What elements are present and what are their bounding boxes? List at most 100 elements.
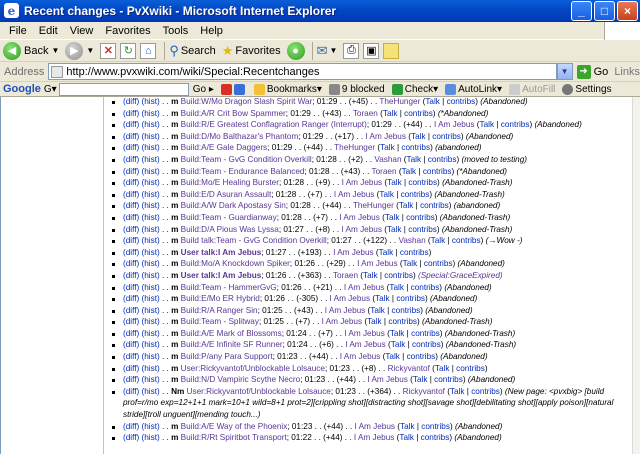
talk-link[interactable]: Talk — [380, 143, 395, 152]
diff-link[interactable]: (diff) — [123, 236, 139, 245]
talk-link[interactable]: Talk — [480, 120, 495, 129]
diff-link[interactable]: (diff) — [123, 352, 139, 361]
diff-link[interactable]: (diff) — [123, 375, 139, 384]
diff-link[interactable]: (diff) — [123, 213, 139, 222]
search-button[interactable]: ⚲ Search — [169, 43, 215, 59]
talk-link[interactable]: Talk — [379, 248, 394, 257]
user-link[interactable]: Toraen — [353, 109, 378, 118]
contribs-link[interactable]: contribs — [420, 201, 449, 210]
diff-link[interactable]: (diff) — [123, 201, 139, 210]
settings-button[interactable]: Settings — [562, 83, 612, 95]
user-link[interactable]: I Am Jebus — [333, 248, 374, 257]
talk-link[interactable]: Talk — [379, 190, 394, 199]
menu-help[interactable]: Help — [194, 25, 229, 37]
diff-link[interactable]: (diff) — [123, 329, 139, 338]
page-link[interactable]: Build:R/A Ranger Sin — [181, 306, 258, 315]
page-link[interactable]: Build:A/R Crit Bow Spammer — [181, 109, 286, 118]
user-link[interactable]: I Am Jebus — [334, 190, 375, 199]
forward-button[interactable]: ▶ ▼ — [65, 41, 94, 60]
talk-link[interactable]: Talk — [402, 167, 417, 176]
hist-link[interactable]: (hist) — [142, 120, 160, 129]
talk-link[interactable]: Talk — [435, 364, 450, 373]
diff-link[interactable]: (diff) — [123, 340, 139, 349]
maximize-button[interactable]: □ — [594, 0, 615, 21]
page-link[interactable]: Build:Team - Endurance Balanced — [181, 167, 305, 176]
vertical-scrollbar[interactable] — [632, 97, 640, 454]
refresh-icon[interactable]: ↻ — [120, 42, 137, 59]
page-link[interactable]: User talk:I Am Jebus — [181, 271, 262, 280]
diff-link[interactable]: (diff) — [123, 433, 139, 442]
autolink-button[interactable]: AutoLink ▾ — [445, 83, 502, 95]
google-dropdown-icon[interactable]: G▾ — [44, 84, 57, 95]
back-button[interactable]: ◀ Back ▼ — [3, 41, 59, 60]
popup-blocker-button[interactable]: 9 blocked — [328, 83, 385, 95]
contribs-link[interactable]: contribs — [392, 306, 421, 315]
hist-link[interactable]: (hist) — [142, 433, 160, 442]
talk-link[interactable]: Talk — [399, 433, 414, 442]
diff-link[interactable]: (diff) — [123, 259, 139, 268]
user-link[interactable]: I Am Jebus — [344, 283, 385, 292]
page-link[interactable]: Build:A/W Dark Apostasy Sin — [181, 201, 286, 210]
contribs-link[interactable]: contribs — [400, 248, 429, 257]
contribs-link[interactable]: contribs — [411, 329, 440, 338]
talk-link[interactable]: Talk — [403, 259, 418, 268]
bookmarks-button[interactable]: Bookmarks ▾ — [253, 83, 322, 95]
diff-link[interactable]: (diff) — [123, 155, 139, 164]
talk-link[interactable]: Talk — [411, 132, 426, 141]
talk-link[interactable]: Talk — [450, 387, 465, 396]
page-link[interactable]: Build:N/D Vampiric Scythe Necro — [181, 375, 301, 384]
user-link[interactable]: Toraen — [333, 271, 358, 280]
user-link[interactable]: I Am Jebus — [357, 259, 398, 268]
contribs-link[interactable]: contribs — [388, 317, 417, 326]
contribs-link[interactable]: contribs — [411, 283, 440, 292]
page-link[interactable]: Build:Mo/E Healing Burster — [181, 178, 279, 187]
address-dropdown-icon[interactable]: ▼ — [556, 63, 573, 80]
hist-link[interactable]: (hist) — [142, 143, 160, 152]
hist-link[interactable]: (hist) — [142, 155, 160, 164]
talk-link[interactable]: Talk — [370, 306, 385, 315]
diff-link[interactable]: (diff) — [123, 283, 139, 292]
user-link[interactable]: Toraen — [372, 167, 397, 176]
contribs-link[interactable]: contribs — [421, 433, 450, 442]
close-button[interactable]: × — [617, 0, 638, 21]
hist-link[interactable]: (hist) — [142, 283, 160, 292]
contribs-link[interactable]: contribs — [423, 167, 452, 176]
contribs-link[interactable]: contribs — [396, 294, 425, 303]
page-link[interactable]: Build:P/any Para Support — [181, 352, 273, 361]
google-search-input[interactable] — [58, 82, 189, 96]
user-link[interactable]: I Am Jebus — [355, 422, 396, 431]
user-link[interactable]: I Am Jebus — [325, 306, 366, 315]
user-link[interactable]: Rickyvantof — [388, 364, 430, 373]
page-link[interactable]: Build:W/Mo Dragon Slash Spirit War — [181, 97, 313, 106]
contribs-link[interactable]: contribs — [428, 155, 457, 164]
user-link[interactable]: Vashan — [398, 236, 425, 245]
user-link[interactable]: TheHunger — [334, 143, 375, 152]
talk-link[interactable]: Talk — [383, 109, 398, 118]
links-button[interactable]: Links — [614, 66, 640, 78]
diff-link[interactable]: (diff) — [123, 97, 139, 106]
talk-link[interactable]: Talk — [431, 236, 446, 245]
mail-button[interactable]: ✉ ▼ — [317, 43, 338, 59]
user-link[interactable]: I Am Jebus — [354, 433, 395, 442]
diff-link[interactable]: (diff) — [123, 190, 139, 199]
diff-link[interactable]: (diff) — [123, 225, 139, 234]
talk-link[interactable]: Talk — [385, 213, 400, 222]
user-link[interactable]: I Am Jebus — [341, 225, 382, 234]
contribs-link[interactable]: contribs — [456, 364, 485, 373]
contribs-link[interactable]: contribs — [384, 271, 413, 280]
talk-link[interactable]: Talk — [385, 352, 400, 361]
contribs-link[interactable]: contribs — [421, 422, 450, 431]
hist-link[interactable]: (hist) — [142, 259, 160, 268]
page-link[interactable]: Build:R/E Greatest Conflagration Ranger … — [181, 120, 367, 129]
diff-link[interactable]: (diff) — [123, 109, 139, 118]
user-link[interactable]: I Am Jebus — [344, 329, 385, 338]
hist-link[interactable]: (hist) — [142, 375, 160, 384]
hist-link[interactable]: (hist) — [142, 236, 160, 245]
page-link[interactable]: Build:A/E Mark of Blossoms — [181, 329, 282, 338]
user-link[interactable]: I Am Jebus — [322, 317, 363, 326]
page-link[interactable]: Build:Team - HammerGvG — [181, 283, 277, 292]
user-link[interactable]: TheHunger — [353, 201, 394, 210]
diff-link[interactable]: (diff) — [123, 422, 139, 431]
diff-link[interactable]: (diff) — [123, 271, 139, 280]
diff-link[interactable]: (diff) — [123, 120, 139, 129]
